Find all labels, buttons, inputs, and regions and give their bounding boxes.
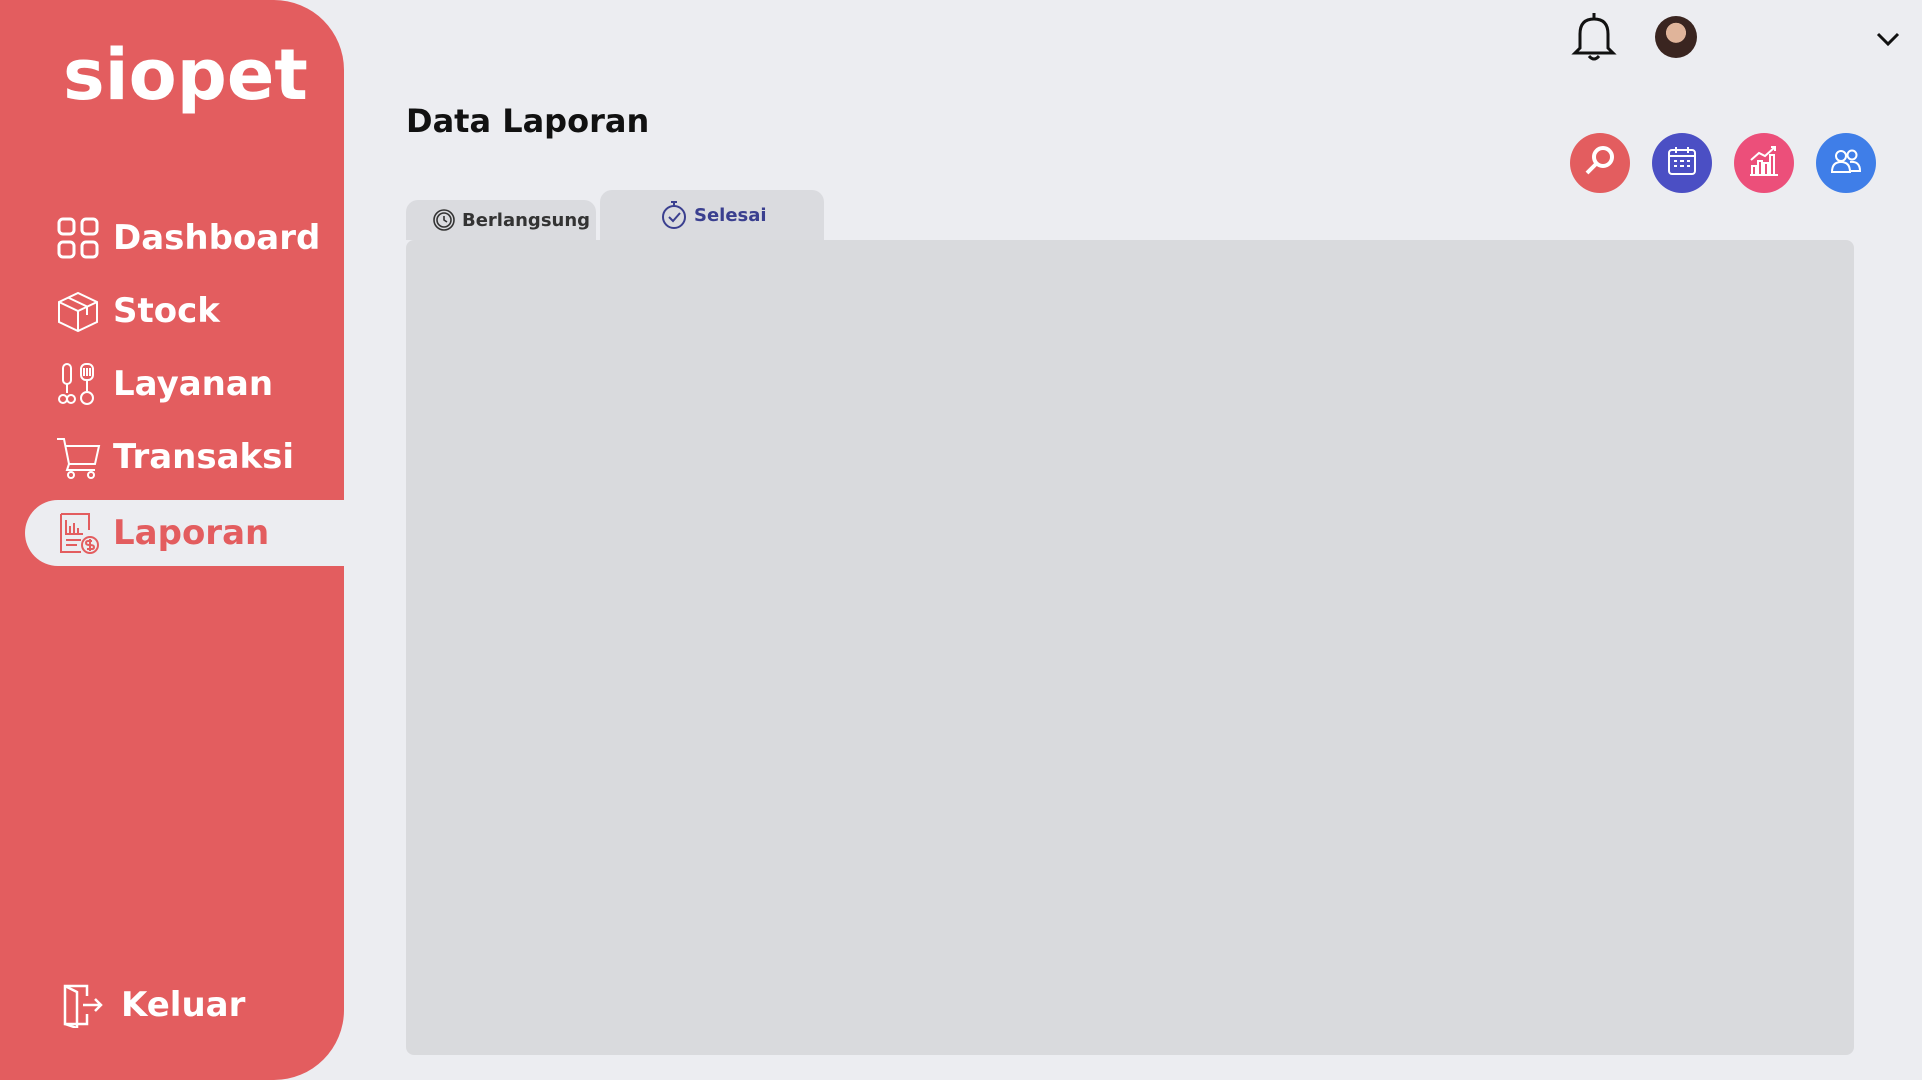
bell-icon[interactable]	[1570, 10, 1618, 62]
report-content-panel	[406, 240, 1854, 1055]
tab-selesai[interactable]: Selesai	[600, 190, 824, 240]
search-icon	[1583, 144, 1617, 182]
sidebar-item-label: Dashboard	[113, 218, 321, 258]
clock-icon	[432, 208, 456, 232]
stopwatch-check-icon	[660, 200, 688, 230]
app-logo: siopet	[63, 34, 308, 116]
chevron-down-icon[interactable]	[1875, 30, 1901, 48]
tab-label: Berlangsung	[462, 209, 591, 231]
avatar[interactable]	[1655, 16, 1697, 58]
box-icon	[55, 288, 101, 334]
tab-berlangsung[interactable]: Berlangsung	[406, 200, 596, 240]
sidebar-item-transaksi[interactable]: Transaksi	[25, 424, 344, 490]
logout-button[interactable]: Keluar	[25, 972, 325, 1038]
calendar-button[interactable]	[1652, 133, 1712, 193]
search-button[interactable]	[1570, 133, 1630, 193]
sidebar-item-label: Stock	[113, 291, 220, 331]
cart-icon	[55, 434, 101, 480]
page-title: Data Laporan	[406, 102, 650, 140]
sidebar-item-laporan[interactable]: Laporan	[25, 500, 344, 566]
sidebar-item-dashboard[interactable]: Dashboard	[25, 205, 344, 271]
users-icon	[1829, 144, 1863, 182]
sidebar-item-label: Laporan	[113, 513, 270, 553]
grid-icon	[55, 215, 101, 261]
report-icon	[55, 510, 101, 556]
logout-label: Keluar	[121, 985, 246, 1025]
sidebar-item-label: Layanan	[113, 364, 274, 404]
logout-icon	[59, 982, 105, 1028]
calendar-icon	[1665, 144, 1699, 182]
sidebar: siopet Dashboard Stock Layanan Transaksi…	[0, 0, 344, 1080]
sidebar-item-layanan[interactable]: Layanan	[25, 351, 344, 417]
users-button[interactable]	[1816, 133, 1876, 193]
grooming-icon	[55, 361, 101, 407]
chart-button[interactable]	[1734, 133, 1794, 193]
chart-icon	[1747, 144, 1781, 182]
sidebar-item-stock[interactable]: Stock	[25, 278, 344, 344]
sidebar-item-label: Transaksi	[113, 437, 295, 477]
tab-label: Selesai	[694, 204, 767, 226]
